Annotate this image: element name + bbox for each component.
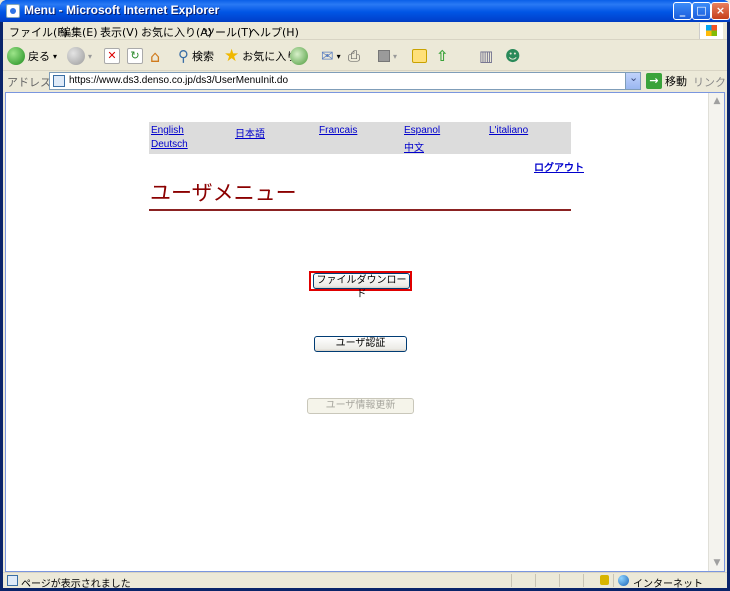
browser-chrome: ファイル(F) 編集(E) 表示(V) お気に入り(A) ツール(T) ヘルプ(…: [3, 22, 727, 590]
go-arrow-icon: →: [646, 73, 662, 89]
home-button[interactable]: ⌂: [150, 45, 160, 67]
title-bar: Menu - Microsoft Internet Explorer _ □ ×: [0, 0, 730, 22]
download-highlight: ファイルダウンロード: [309, 271, 412, 300]
go-label: 移動: [665, 75, 687, 88]
page-title: ユーザメニュー: [150, 181, 297, 205]
language-bar: English 日本語 Francais Espanol L'italiano …: [149, 122, 571, 154]
standard-toolbar: 戻る ▾ ▾ ✕ ↻ ⌂ ⚲ 検索 ★ お気に入り ✉ ▾ ⎙ ▾ ⇧ ▥ ☻: [3, 41, 727, 71]
windows-logo-icon: [699, 23, 723, 39]
title-divider: [149, 209, 571, 211]
search-label: 検索: [192, 50, 214, 63]
close-button[interactable]: ×: [711, 2, 730, 20]
ie-page-icon: [6, 4, 20, 18]
address-bar: アドレス(D) https://www.ds3.denso.co.jp/ds3/…: [3, 71, 727, 103]
lang-english-link[interactable]: English: [151, 125, 184, 136]
mail-icon: ✉: [321, 47, 334, 65]
status-divider: [613, 574, 614, 587]
page-status-icon: [7, 575, 18, 586]
lang-french-link[interactable]: Francais: [319, 125, 357, 136]
menu-tools[interactable]: ツール(T): [204, 24, 252, 40]
user-info-update-button: ユーザ情報更新: [307, 398, 414, 414]
favorites-label: お気に入り: [242, 50, 298, 63]
user-auth-button[interactable]: ユーザ認証: [314, 336, 407, 352]
browser-window: Menu - Microsoft Internet Explorer _ □ ×…: [0, 0, 730, 591]
forward-arrow-icon: [67, 47, 85, 65]
page-icon: [53, 75, 65, 87]
print-icon: ⎙: [348, 47, 361, 65]
lang-chinese-link[interactable]: 中文: [404, 139, 424, 154]
back-label: 戻る: [28, 50, 50, 63]
back-arrow-icon: [7, 47, 25, 65]
status-divider: [559, 574, 560, 587]
search-icon: ⚲: [178, 47, 189, 65]
mail-dropdown-icon[interactable]: ▾: [337, 52, 341, 61]
edit-icon: [378, 50, 390, 62]
favorites-star-icon: ★: [224, 46, 240, 66]
refresh-icon: ↻: [127, 48, 143, 64]
research-button[interactable]: ▥: [479, 45, 493, 67]
refresh-button[interactable]: ↻: [127, 45, 143, 67]
menu-favorites[interactable]: お気に入り(A): [141, 24, 212, 40]
up-arrow-icon: ⇧: [436, 47, 449, 65]
status-divider: [535, 574, 536, 587]
logout-link[interactable]: ログアウト: [534, 159, 584, 174]
edit-button[interactable]: ▾: [378, 45, 397, 67]
research-book-icon: ▥: [479, 47, 494, 65]
history-button[interactable]: [290, 45, 308, 67]
messenger-icon: ☻: [505, 47, 521, 65]
mail-button[interactable]: ✉ ▾: [321, 45, 341, 67]
lang-japanese-link[interactable]: 日本語: [235, 125, 265, 140]
menu-help[interactable]: ヘルプ(H): [249, 24, 299, 40]
file-download-button[interactable]: ファイルダウンロード: [313, 273, 410, 300]
print-button[interactable]: ⎙: [348, 45, 360, 67]
forward-dropdown-icon[interactable]: ▾: [88, 52, 92, 61]
lock-icon: [600, 575, 609, 585]
lang-german-link[interactable]: Deutsch: [151, 139, 188, 150]
home-icon: ⌂: [150, 46, 161, 66]
messenger-button[interactable]: ☻: [505, 45, 521, 67]
address-input[interactable]: https://www.ds3.denso.co.jp/ds3/UserMenu…: [49, 71, 641, 90]
address-url[interactable]: https://www.ds3.denso.co.jp/ds3/UserMenu…: [69, 75, 288, 86]
vertical-scrollbar[interactable]: ▲ ▼: [708, 93, 724, 571]
note-icon: [412, 49, 427, 63]
status-bar: ページが表示されました インターネット: [3, 572, 727, 590]
scroll-up-icon[interactable]: ▲: [710, 94, 724, 108]
forward-button[interactable]: ▾: [67, 45, 92, 67]
stop-icon: ✕: [104, 48, 120, 64]
go-button[interactable]: → 移動: [646, 73, 687, 89]
favorites-button[interactable]: ★ お気に入り: [224, 45, 297, 67]
zone-text: インターネット: [633, 579, 703, 590]
menu-view[interactable]: 表示(V): [100, 24, 138, 40]
discuss-button[interactable]: [412, 45, 427, 67]
status-text: ページが表示されました: [21, 579, 131, 590]
status-divider: [511, 574, 512, 587]
search-button[interactable]: ⚲ 検索: [178, 45, 214, 67]
minimize-button[interactable]: _: [673, 2, 692, 20]
page-viewport: English 日本語 Francais Espanol L'italiano …: [5, 92, 725, 572]
stop-button[interactable]: ✕: [104, 45, 120, 67]
status-divider: [583, 574, 584, 587]
history-icon: [290, 47, 308, 65]
lang-italian-link[interactable]: L'italiano: [489, 125, 528, 136]
edit-dropdown-icon[interactable]: ▾: [393, 52, 397, 61]
window-title: Menu - Microsoft Internet Explorer: [24, 3, 220, 17]
up-button[interactable]: ⇧: [436, 45, 449, 67]
lang-spanish-link[interactable]: Espanol: [404, 125, 440, 136]
back-dropdown-icon[interactable]: ▾: [53, 52, 57, 61]
address-dropdown-icon[interactable]: [625, 71, 640, 89]
scroll-down-icon[interactable]: ▼: [710, 556, 724, 570]
back-button[interactable]: 戻る ▾: [7, 45, 57, 67]
menu-bar: ファイル(F) 編集(E) 表示(V) お気に入り(A) ツール(T) ヘルプ(…: [3, 22, 727, 40]
maximize-button[interactable]: □: [692, 2, 711, 20]
menu-edit[interactable]: 編集(E): [60, 24, 98, 40]
internet-globe-icon: [618, 575, 629, 586]
